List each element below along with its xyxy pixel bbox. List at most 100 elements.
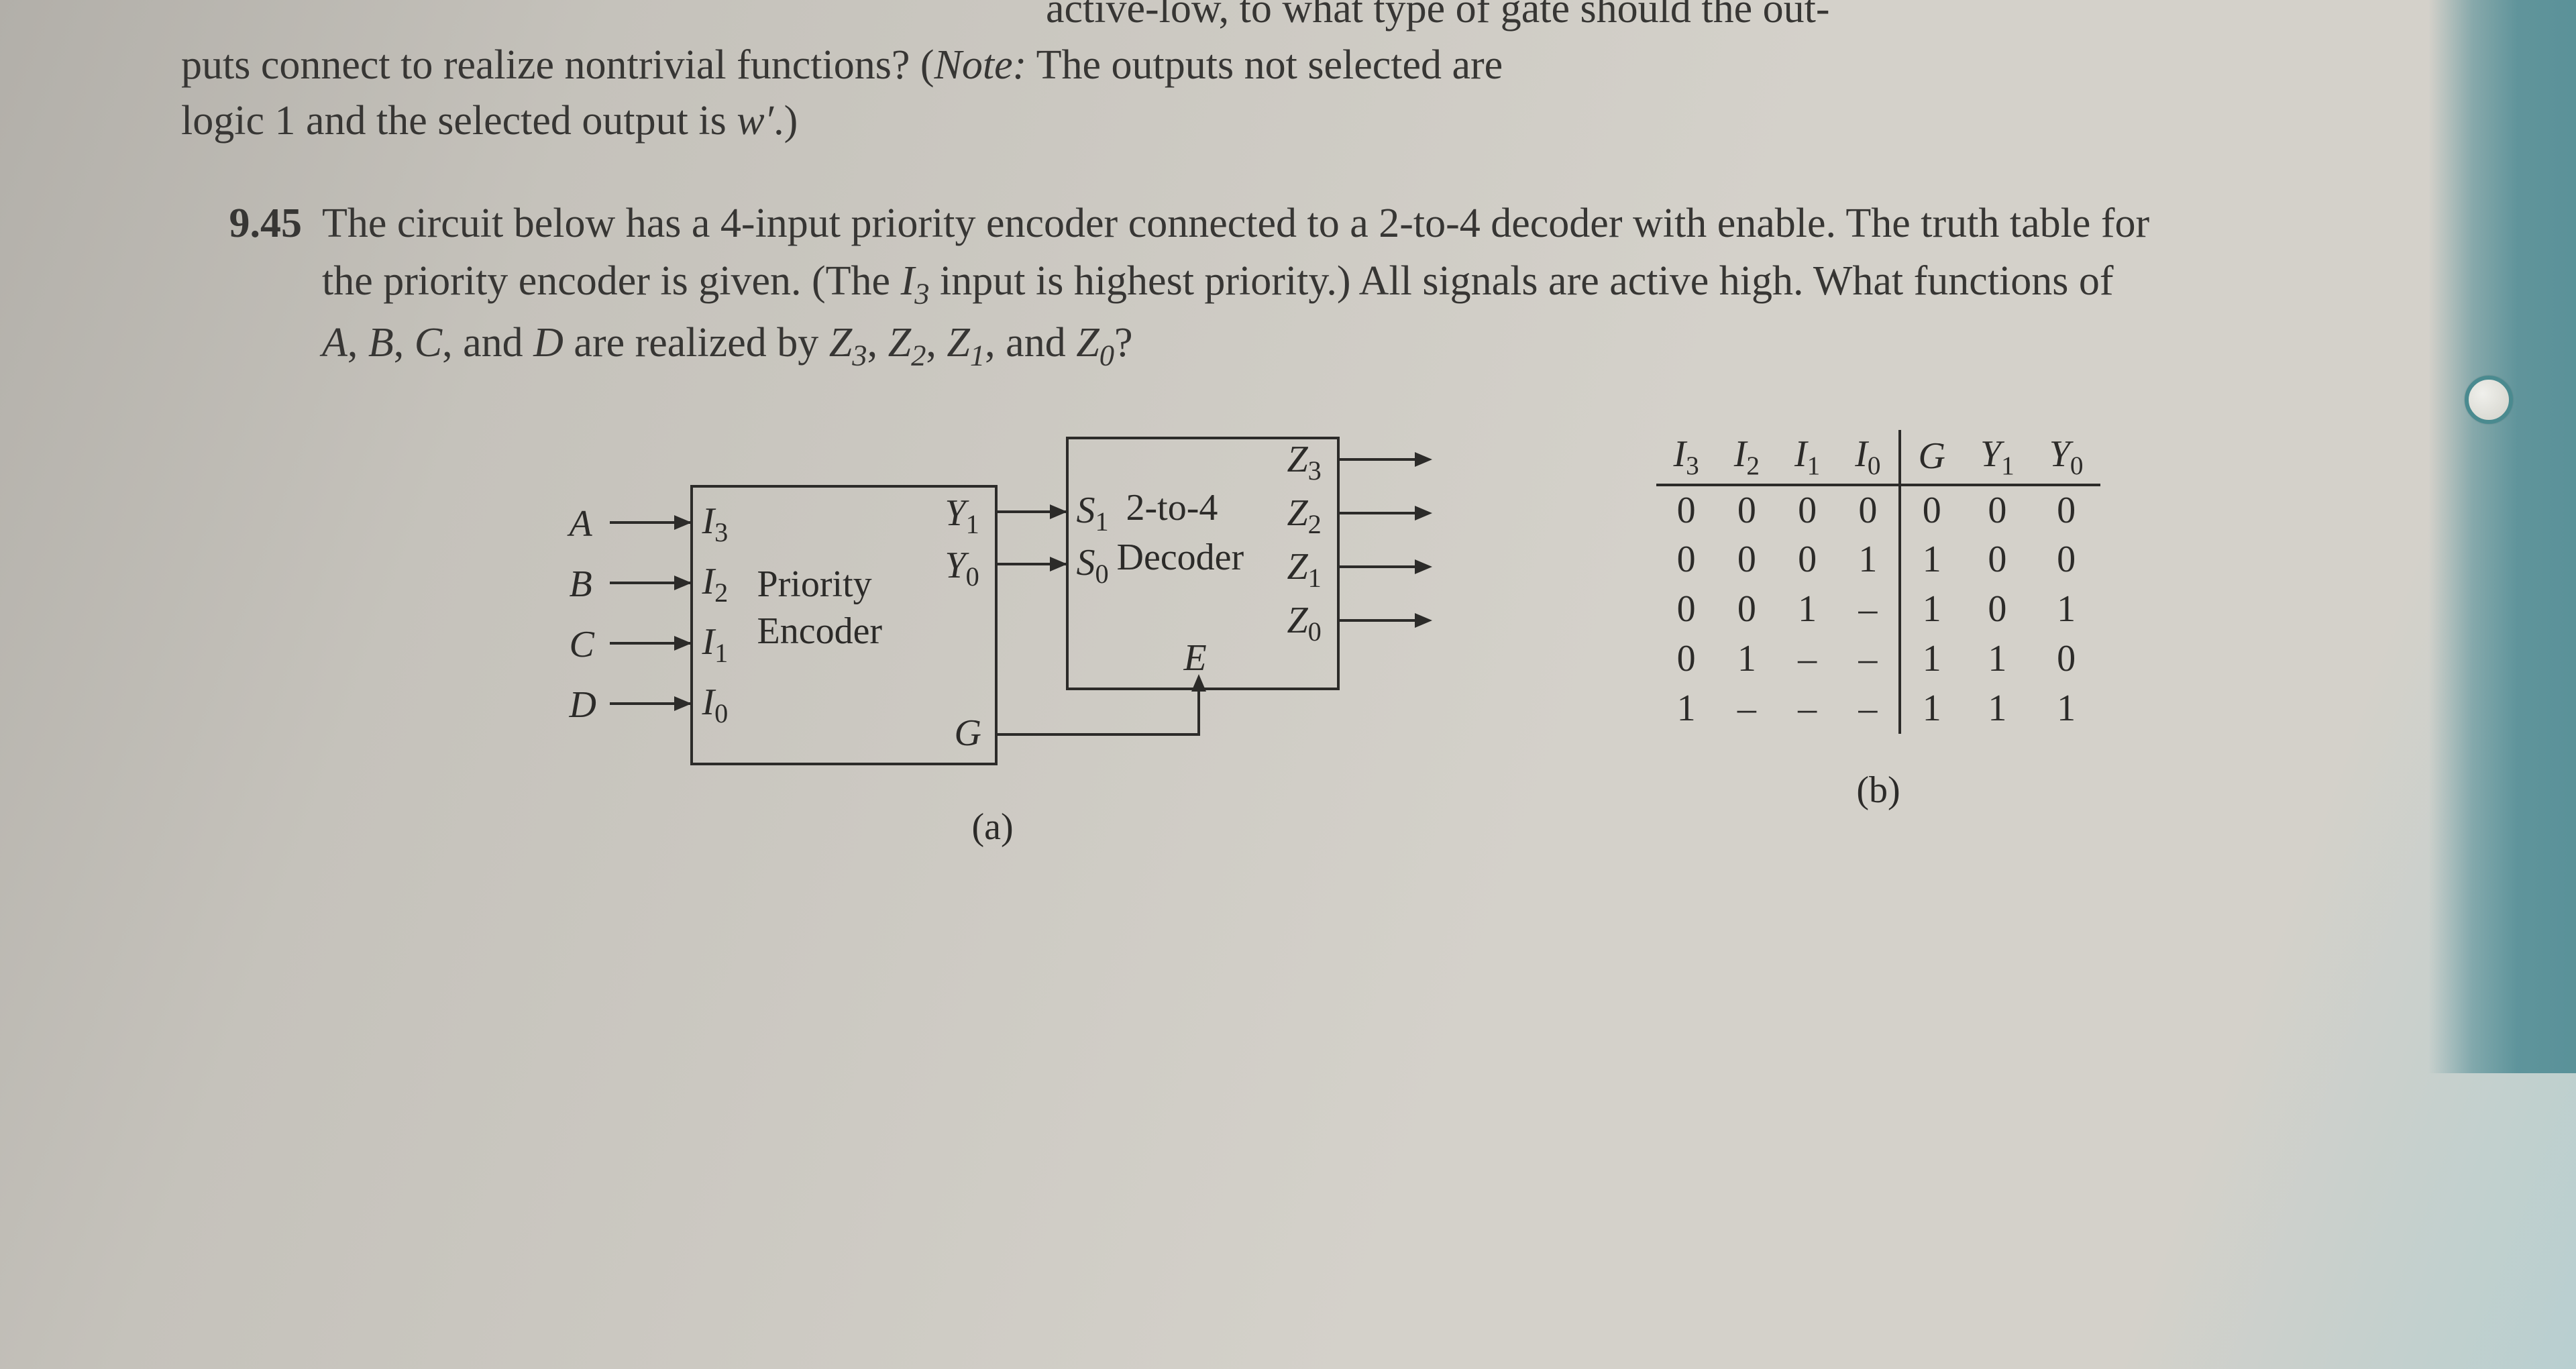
dec-label2: Decoder — [1117, 536, 1244, 579]
p-txt-c: are realized by — [564, 320, 829, 366]
truth-table: I3 I2 I1 I0 G Y1 Y0 0 0 0 0 0 0 — [1656, 430, 2101, 734]
cell: – — [1777, 635, 1837, 684]
cell: 0 — [1717, 485, 1777, 536]
enc-label1: Priority — [757, 563, 872, 606]
arrow-B — [674, 576, 692, 590]
th-G: G — [1900, 430, 1963, 485]
table-row: 1 – – – 1 1 1 — [1656, 684, 2101, 734]
arrow-Z3 — [1415, 452, 1432, 467]
cell: 0 — [1777, 535, 1837, 585]
p-Z1: Z1 — [947, 320, 985, 366]
enc-I3: I3 — [702, 500, 729, 548]
cell: 0 — [1656, 585, 1717, 635]
p-I3: I3 — [901, 258, 930, 304]
wire-Z1 — [1337, 565, 1417, 568]
dec-Z2: Z2 — [1287, 492, 1322, 540]
th-I2: I2 — [1717, 430, 1777, 485]
wire-G-h — [995, 733, 1200, 736]
wire-Z0 — [1337, 619, 1417, 622]
p-C: C — [415, 320, 442, 366]
table-row: 0 1 – – 1 1 0 — [1656, 635, 2101, 684]
enc-Y0: Y0 — [945, 544, 979, 592]
prev-problem-fragment: xxxxxxxxxxxxxxxxxxxxxxxxxxxxxactive-low,… — [181, 0, 2328, 150]
page-content: xxxxxxxxxxxxxxxxxxxxxxxxxxxxxactive-low,… — [181, 0, 2328, 846]
dec-Z1: Z1 — [1287, 545, 1322, 594]
th-I0: I0 — [1837, 430, 1899, 485]
dec-Z3: Z3 — [1287, 438, 1322, 486]
dec-S1: S1 — [1077, 489, 1109, 537]
problem-number: 9.45 — [181, 195, 322, 376]
p-Z2: Z2 — [888, 320, 926, 366]
wire-Z2 — [1337, 512, 1417, 514]
cell: 0 — [1777, 485, 1837, 536]
cell: 1 — [1963, 635, 2032, 684]
enc-I1: I1 — [702, 620, 729, 669]
cell: 1 — [1900, 535, 1963, 585]
cell: 0 — [1656, 535, 1717, 585]
cell: 0 — [1717, 585, 1777, 635]
cell: 0 — [2032, 535, 2101, 585]
p-Z0: Z0 — [1076, 320, 1114, 366]
arrow-Y1 — [1050, 504, 1067, 519]
cell: 1 — [1900, 684, 1963, 734]
cell: – — [1837, 684, 1899, 734]
p-txt-b: input is highest priority.) All signals … — [930, 258, 2114, 304]
cell: – — [1777, 684, 1837, 734]
frag-line1: active-low, to what type of gate should … — [1046, 0, 1830, 32]
wire-Z3 — [1337, 458, 1417, 461]
cell: 0 — [1963, 535, 2032, 585]
p-Z3: Z3 — [829, 320, 867, 366]
enc-G: G — [955, 712, 981, 755]
cell: 1 — [1963, 684, 2032, 734]
tbl-header-row: I3 I2 I1 I0 G Y1 Y0 — [1656, 430, 2101, 485]
problem-text: The circuit below has a 4-input priority… — [322, 195, 2328, 376]
cell: 1 — [1900, 635, 1963, 684]
cell: 0 — [1837, 485, 1899, 536]
cell: 1 — [1777, 585, 1837, 635]
page-side-dot — [2465, 376, 2513, 424]
dec-label1: 2-to-4 — [1126, 486, 1218, 529]
p-and: , and — [985, 320, 1076, 366]
cell: 0 — [1656, 635, 1717, 684]
cell: 0 — [1963, 485, 2032, 536]
cell: 0 — [2032, 635, 2101, 684]
input-A: A — [570, 502, 592, 545]
dec-S0: S0 — [1077, 541, 1109, 590]
enc-I2: I2 — [702, 560, 729, 608]
th-Y0: Y0 — [2032, 430, 2101, 485]
cell: 0 — [2032, 485, 2101, 536]
frag-line3b: .) — [773, 98, 798, 144]
th-Y1: Y1 — [1963, 430, 2032, 485]
figure-a: A B C D I3 I2 I1 I0 Priority Encoder — [543, 430, 1495, 846]
arrow-D — [674, 696, 692, 711]
cell: – — [1837, 585, 1899, 635]
arrow-Z1 — [1415, 559, 1432, 574]
th-I3: I3 — [1656, 430, 1717, 485]
problem-9-45: 9.45 The circuit below has a 4-input pri… — [181, 195, 2328, 376]
figure-row: A B C D I3 I2 I1 I0 Priority Encoder — [181, 430, 2328, 846]
wire-G-v — [1197, 689, 1200, 736]
cell: 1 — [1656, 684, 1717, 734]
p-c3: , and — [442, 320, 533, 366]
arrow-Y0 — [1050, 557, 1067, 571]
input-B: B — [570, 563, 592, 606]
p-A: A — [322, 320, 347, 366]
cell: 0 — [1900, 485, 1963, 536]
figure-b: I3 I2 I1 I0 G Y1 Y0 0 0 0 0 0 0 — [1656, 430, 2101, 816]
cell: 1 — [1717, 635, 1777, 684]
page-side-strip — [2428, 0, 2576, 1073]
arrow-A — [674, 515, 692, 530]
p-B: B — [368, 320, 394, 366]
caption-b: (b) — [1656, 766, 2101, 816]
cell: – — [1837, 635, 1899, 684]
p-q: ? — [1114, 320, 1133, 366]
input-C: C — [570, 623, 594, 666]
frag-line2a: puts connect to realize nontrivial funct… — [181, 42, 934, 88]
arrow-C — [674, 636, 692, 651]
cell: 1 — [2032, 585, 2101, 635]
table-row: 0 0 0 0 0 0 0 — [1656, 485, 2101, 536]
input-D: D — [570, 683, 596, 726]
frag-line2b: The outputs not selected are — [1026, 42, 1503, 88]
p-c2: , — [394, 320, 415, 366]
dec-Z0: Z0 — [1287, 599, 1322, 647]
